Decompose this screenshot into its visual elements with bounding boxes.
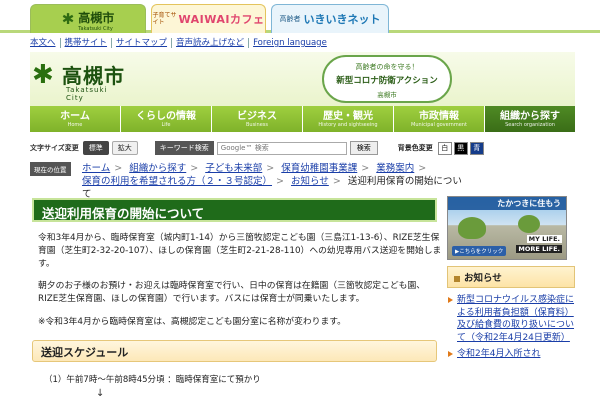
logo-name: 高槻市 [62, 64, 125, 88]
crumb-sep-icon: > [266, 163, 275, 174]
ad-title: たかつきに住もう [448, 197, 566, 210]
breadcrumb-label: 現在の位置 [30, 162, 71, 176]
nav-business-label: ビジネス [237, 110, 277, 122]
tab-city-name: 高槻市 [78, 10, 115, 25]
font-size-large-button[interactable]: 拡大 [111, 141, 138, 155]
news-panel: お知らせ 新型コロナウイルス感染症による利用者負担額（保育料）及び給食費の取り扱… [447, 266, 575, 365]
tab-waiwai-small: 子育てサイト [152, 12, 177, 26]
tab-ikiiki-big: いきいきネット [303, 13, 381, 26]
crumb-nursery-use[interactable]: 保育の利用を希望される方（２・３号認定） [82, 176, 272, 187]
tree-icon [458, 217, 486, 239]
news-list: 新型コロナウイルス感染症による利用者負担額（保育料）及び給食費の取り扱いについて… [447, 294, 575, 361]
bg-color-label: 背景色変更 [397, 144, 433, 152]
utility-links: 本文へ 携帯サイト サイトマップ 音声読み上げなど Foreign langua… [30, 38, 331, 48]
news-heading: お知らせ [447, 266, 575, 288]
crumb-services[interactable]: 業務案内 [376, 163, 414, 174]
tab-ikiiki-net[interactable]: 高齢者 いきいきネット [271, 4, 389, 33]
live-in-takatsuki-banner[interactable]: たかつきに住もう MY LIFE. MORE LIFE. ▶こちらをクリック [447, 196, 567, 260]
nav-home[interactable]: ホーム Home [30, 106, 121, 132]
list-item: 新型コロナウイルス感染症による利用者負担額（保育料）及び給食費の取り扱いについて… [447, 294, 575, 344]
square-bullet-icon [454, 275, 460, 282]
crumb-nursery-division[interactable]: 保育幼稚園事業課 [281, 163, 357, 174]
nav-life-label: くらしの情報 [136, 110, 196, 122]
news-link[interactable]: 令和2年4月入所され [457, 349, 540, 359]
tree-icon [518, 215, 540, 233]
bg-blue-button[interactable]: 青 [469, 141, 484, 155]
nav-organization-en: Search organization [505, 121, 555, 128]
global-nav: ホーム Home くらしの情報 Life ビジネス Business 歴史・観光… [30, 106, 575, 132]
mobile-site-link[interactable]: 携帯サイト [61, 38, 113, 48]
ad-mylife: MY LIFE. [526, 235, 562, 243]
tab-waiwai-big: WAIWAIカフェ [178, 13, 265, 26]
logo-en: Takatsuki City [66, 86, 108, 102]
ad-morelife: MORE LIFE. [516, 245, 562, 253]
crumb-sep-icon: > [190, 163, 199, 174]
font-size-label: 文字サイズ変更 [30, 144, 79, 152]
tab-city-site[interactable]: ✱ 高槻市 Takatsuki City [30, 4, 146, 33]
news-link[interactable]: 新型コロナウイルス感染症による利用者負担額（保育料）及び給食費の取り扱いについて… [457, 295, 574, 343]
nav-home-en: Home [67, 121, 83, 128]
banner-line3: 高槻市 [377, 91, 397, 99]
city-emblem-icon: ✱ [32, 59, 54, 90]
foreign-language-link[interactable]: Foreign language [249, 38, 331, 48]
crumb-organization[interactable]: 組織から探す [129, 163, 186, 174]
banner-line2: 新型コロナ防衛アクション [336, 76, 438, 86]
crumb-sep-icon: > [114, 163, 123, 174]
nav-organization-label: 組織から探す [500, 110, 560, 122]
nav-municipal-en: Municipal government [411, 121, 467, 128]
crumb-sep-icon: > [418, 163, 427, 174]
nav-municipal[interactable]: 市政情報 Municipal government [394, 106, 485, 132]
site-tabs: ✱ 高槻市 Takatsuki City 子育てサイト WAIWAIカフェ 高齢… [0, 0, 600, 33]
arrow-down-icon: ↓ [96, 388, 105, 399]
bg-white-button[interactable]: 白 [437, 141, 452, 155]
content-paragraph-3: ※令和3年4月から臨時保育室は、高槻認定こども園分室に名称が変わります。 [38, 317, 346, 327]
nav-life-en: Life [161, 121, 171, 128]
crumb-notices[interactable]: お知らせ [291, 176, 329, 187]
nav-business[interactable]: ビジネス Business [212, 106, 303, 132]
search-input[interactable] [216, 141, 347, 155]
nav-business-en: Business [245, 121, 269, 128]
nav-history-label: 歴史・観光 [323, 110, 373, 122]
bg-black-button[interactable]: 黒 [453, 141, 468, 155]
schedule-item: （1）午前7時〜午前8時45分頃 ：臨時保育室にて預かり [44, 375, 261, 385]
banner-line1: 高齢者の命を守る！ [355, 63, 419, 71]
crumb-sep-icon: > [361, 163, 370, 174]
list-item: 令和2年4月入所され [447, 348, 575, 361]
tool-bar: 文字サイズ変更 標準 拡大 キーワード検索 検索 背景色変更 白 黒 青 [30, 140, 575, 156]
site-header: ✱ 高槻市 Takatsuki City 高齢者の命を守る！ 新型コロナ防衛アク… [30, 52, 575, 106]
nav-organization[interactable]: 組織から探す Search organization [485, 106, 575, 132]
content-paragraph-1: 令和3年4月から、臨時保育室（城内町1-14）から三箇牧認定こども園（三島江1-… [38, 233, 442, 269]
crumb-home[interactable]: ホーム [82, 163, 110, 174]
nav-municipal-label: 市政情報 [419, 110, 459, 122]
nav-life[interactable]: くらしの情報 Life [121, 106, 212, 132]
tab-ikiiki-small: 高齢者 [279, 15, 301, 23]
font-size-standard-button[interactable]: 標準 [82, 141, 109, 155]
covid-action-banner[interactable]: 高齢者の命を守る！ 新型コロナ防衛アクション 高槻市 [322, 55, 452, 103]
ad-click-button[interactable]: ▶こちらをクリック [452, 246, 507, 256]
tab-waiwai-cafe[interactable]: 子育てサイト WAIWAIカフェ [151, 4, 266, 33]
crumb-sep-icon: > [332, 176, 341, 187]
breadcrumb-trail: ホーム > 組織から探す > 子ども未来部 > 保育幼稚園事業課 > 業務案内 > 保育の… [82, 162, 462, 201]
nav-history[interactable]: 歴史・観光 History and sightseeing [303, 106, 394, 132]
tab-city-sub: Takatsuki City [78, 25, 113, 32]
schedule-heading: 送迎スケジュール [32, 340, 437, 362]
sitemap-link[interactable]: サイトマップ [112, 38, 173, 48]
content-paragraph-2: 朝夕のお子様のお預け・お迎えは臨時保育室で行い、日中の保育は在籍園（三箇牧認定こ… [38, 281, 426, 304]
keyword-search-label: キーワード検索 [154, 141, 214, 155]
city-logo-icon: ✱ [61, 10, 75, 28]
skip-to-content-link[interactable]: 本文へ [30, 38, 61, 48]
crumb-children-dept[interactable]: 子ども未来部 [205, 163, 262, 174]
crumb-sep-icon: > [276, 176, 284, 187]
news-heading-label: お知らせ [464, 273, 502, 284]
search-button[interactable]: 検索 [349, 141, 378, 155]
page-title: 送迎利用保育の開始について [32, 198, 437, 222]
main-logo[interactable]: ✱ 高槻市 Takatsuki City [32, 59, 125, 103]
nav-history-en: History and sightseeing [318, 121, 378, 128]
voice-reading-link[interactable]: 音声読み上げなど [172, 38, 250, 48]
nav-home-label: ホーム [60, 110, 90, 122]
